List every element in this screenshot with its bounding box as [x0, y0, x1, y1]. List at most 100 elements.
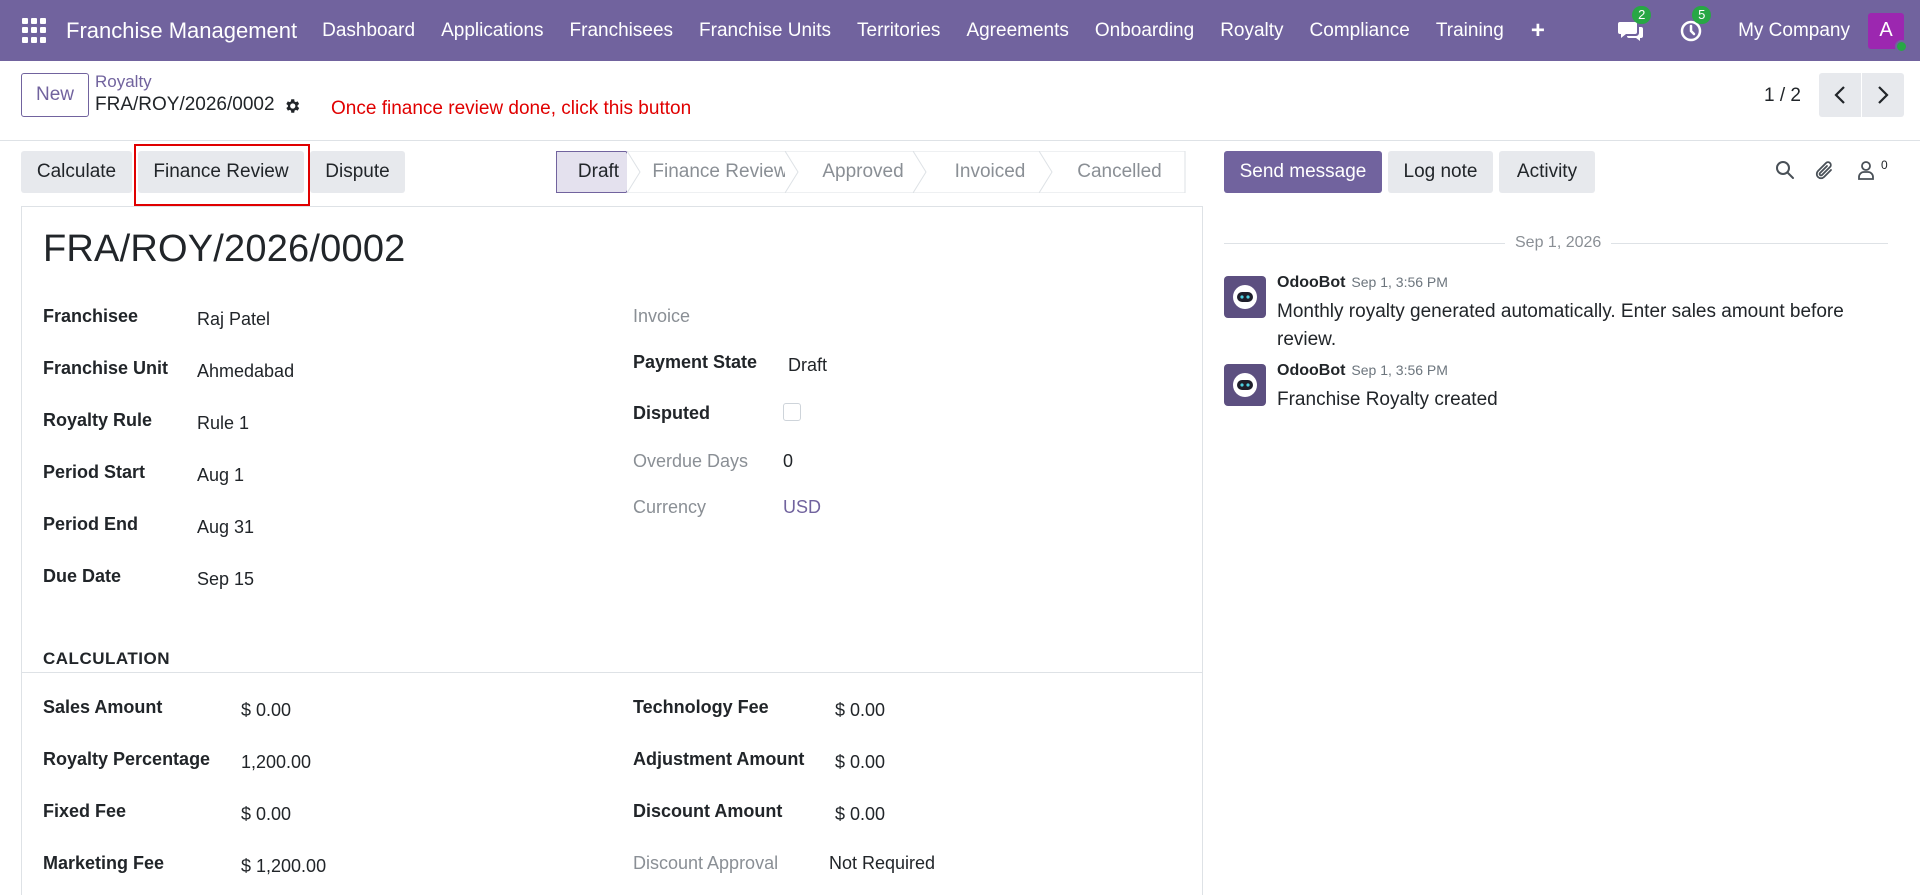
period-end-field[interactable]: Aug 31 — [197, 517, 254, 538]
stage-invoiced[interactable]: Invoiced — [913, 151, 1053, 193]
stage-invoiced-label: Invoiced — [954, 161, 1026, 182]
menu-compliance[interactable]: Compliance — [1297, 20, 1423, 42]
top-navbar: Franchise Management Dashboard Applicati… — [0, 0, 1920, 61]
stage-approved[interactable]: Approved — [785, 151, 927, 193]
menu-applications[interactable]: Applications — [428, 20, 556, 42]
highlight-box — [134, 144, 310, 206]
stage-finance-review[interactable]: Finance Review — [627, 151, 799, 193]
main-menu: Dashboard Applications Franchisees Franc… — [309, 0, 1559, 61]
messages-button[interactable]: 2 — [1618, 5, 1652, 44]
period-end-label: Period End — [43, 514, 139, 534]
section-divider — [22, 672, 1202, 673]
odoobot-avatar[interactable] — [1224, 364, 1266, 406]
breadcrumb-royalty[interactable]: Royalty — [95, 72, 152, 92]
pager-value[interactable]: 1 / 2 — [1764, 85, 1801, 107]
franchisee-label: Franchisee — [43, 306, 139, 326]
period-start-label: Period Start — [43, 462, 146, 482]
franchisee-field[interactable]: Raj Patel — [197, 309, 270, 330]
user-avatar[interactable]: A — [1868, 12, 1908, 53]
disputed-checkbox[interactable] — [783, 403, 801, 421]
control-panel: New Royalty FRA/ROY/2026/0002 Once finan… — [0, 61, 1920, 141]
adjustment-amount-field[interactable]: $ 0.00 — [835, 752, 885, 773]
franchise-unit-label: Franchise Unit — [43, 358, 169, 378]
dispute-button[interactable]: Dispute — [310, 151, 405, 193]
paperclip-icon[interactable] — [1815, 160, 1835, 182]
robot-icon — [1233, 285, 1257, 309]
chevron-left-icon — [1834, 86, 1845, 104]
menu-territories[interactable]: Territories — [844, 20, 953, 42]
message-author[interactable]: OdooBot — [1277, 274, 1345, 291]
stage-cancelled[interactable]: Cancelled — [1039, 151, 1186, 193]
gear-icon[interactable] — [283, 97, 301, 115]
message-time: Sep 1, 3:56 PM — [1351, 274, 1448, 290]
messages-count-badge: 2 — [1632, 5, 1652, 24]
stage-approved-label: Approved — [822, 161, 904, 182]
marketing-fee-field[interactable]: $ 1,200.00 — [241, 856, 326, 877]
instruction-annotation: Once finance review done, click this but… — [331, 98, 692, 119]
technology-fee-label: Technology Fee — [633, 697, 769, 717]
overdue-days-label: Overdue Days — [633, 451, 749, 471]
fixed-fee-label: Fixed Fee — [43, 801, 127, 821]
sales-amount-label: Sales Amount — [43, 697, 163, 717]
currency-field[interactable]: USD — [783, 497, 821, 518]
calculation-section-title: CALCULATION — [43, 649, 170, 668]
activity-button[interactable]: Activity — [1499, 151, 1595, 193]
royalty-percentage-label: Royalty Percentage — [43, 749, 211, 769]
log-note-button[interactable]: Log note — [1388, 151, 1493, 193]
discount-amount-field[interactable]: $ 0.00 — [835, 804, 885, 825]
franchise-unit-field[interactable]: Ahmedabad — [197, 361, 294, 382]
send-message-button[interactable]: Send message — [1224, 151, 1382, 193]
record-title: FRA/ROY/2026/0002 — [43, 228, 406, 270]
robot-icon — [1233, 373, 1257, 397]
odoobot-avatar[interactable] — [1224, 276, 1266, 318]
period-start-field[interactable]: Aug 1 — [197, 465, 244, 486]
date-separator-label: Sep 1, 2026 — [1505, 234, 1612, 252]
new-button[interactable]: New — [21, 73, 89, 117]
invoice-label: Invoice — [633, 306, 691, 326]
overdue-days-field: 0 — [783, 451, 794, 471]
stage-draft-label: Draft — [577, 161, 620, 182]
app-grid-icon[interactable] — [22, 17, 48, 44]
pager-previous-button[interactable] — [1819, 73, 1861, 117]
plus-icon[interactable]: + — [1517, 18, 1559, 43]
payment-state-label: Payment State — [633, 352, 758, 372]
royalty-percentage-field[interactable]: 1,200.00 — [241, 752, 311, 773]
menu-training[interactable]: Training — [1423, 20, 1517, 42]
menu-onboarding[interactable]: Onboarding — [1082, 20, 1207, 42]
disputed-label: Disputed — [633, 403, 711, 423]
currency-label: Currency — [633, 497, 707, 517]
fixed-fee-field[interactable]: $ 0.00 — [241, 804, 291, 825]
company-switcher[interactable]: My Company — [1738, 20, 1850, 42]
menu-franchise-units[interactable]: Franchise Units — [686, 20, 844, 42]
avatar-letter: A — [1879, 19, 1893, 41]
menu-agreements[interactable]: Agreements — [953, 20, 1081, 42]
technology-fee-field[interactable]: $ 0.00 — [835, 700, 885, 721]
status-bar: Draft Finance Review Approved Invoiced C… — [556, 151, 1186, 193]
menu-franchisees[interactable]: Franchisees — [557, 20, 687, 42]
menu-dashboard[interactable]: Dashboard — [309, 20, 428, 42]
royalty-rule-field[interactable]: Rule 1 — [197, 413, 249, 434]
discount-approval-field: Not Required — [829, 853, 936, 873]
due-date-label: Due Date — [43, 566, 122, 586]
message-time: Sep 1, 3:56 PM — [1351, 362, 1448, 378]
calculate-button[interactable]: Calculate — [21, 151, 132, 193]
due-date-field[interactable]: Sep 15 — [197, 569, 254, 590]
pager-next-button[interactable] — [1862, 73, 1904, 117]
royalty-rule-label: Royalty Rule — [43, 410, 153, 430]
message-author[interactable]: OdooBot — [1277, 362, 1345, 379]
chevron-right-icon — [1878, 86, 1889, 104]
payment-state-field: Draft — [788, 355, 828, 375]
app-title[interactable]: Franchise Management — [66, 18, 297, 44]
stage-cancelled-label: Cancelled — [1077, 161, 1162, 182]
discount-approval-label: Discount Approval — [633, 853, 779, 873]
activities-button[interactable]: 5 — [1678, 5, 1712, 44]
followers-count: 0 — [1881, 158, 1888, 172]
menu-royalty[interactable]: Royalty — [1207, 20, 1296, 42]
activities-count-badge: 5 — [1692, 5, 1712, 24]
sales-amount-field[interactable]: $ 0.00 — [241, 700, 291, 721]
discount-amount-label: Discount Amount — [633, 801, 783, 821]
followers-icon[interactable] — [1857, 160, 1875, 180]
online-status-icon — [1895, 39, 1908, 53]
marketing-fee-label: Marketing Fee — [43, 853, 165, 873]
search-icon[interactable] — [1775, 160, 1795, 180]
